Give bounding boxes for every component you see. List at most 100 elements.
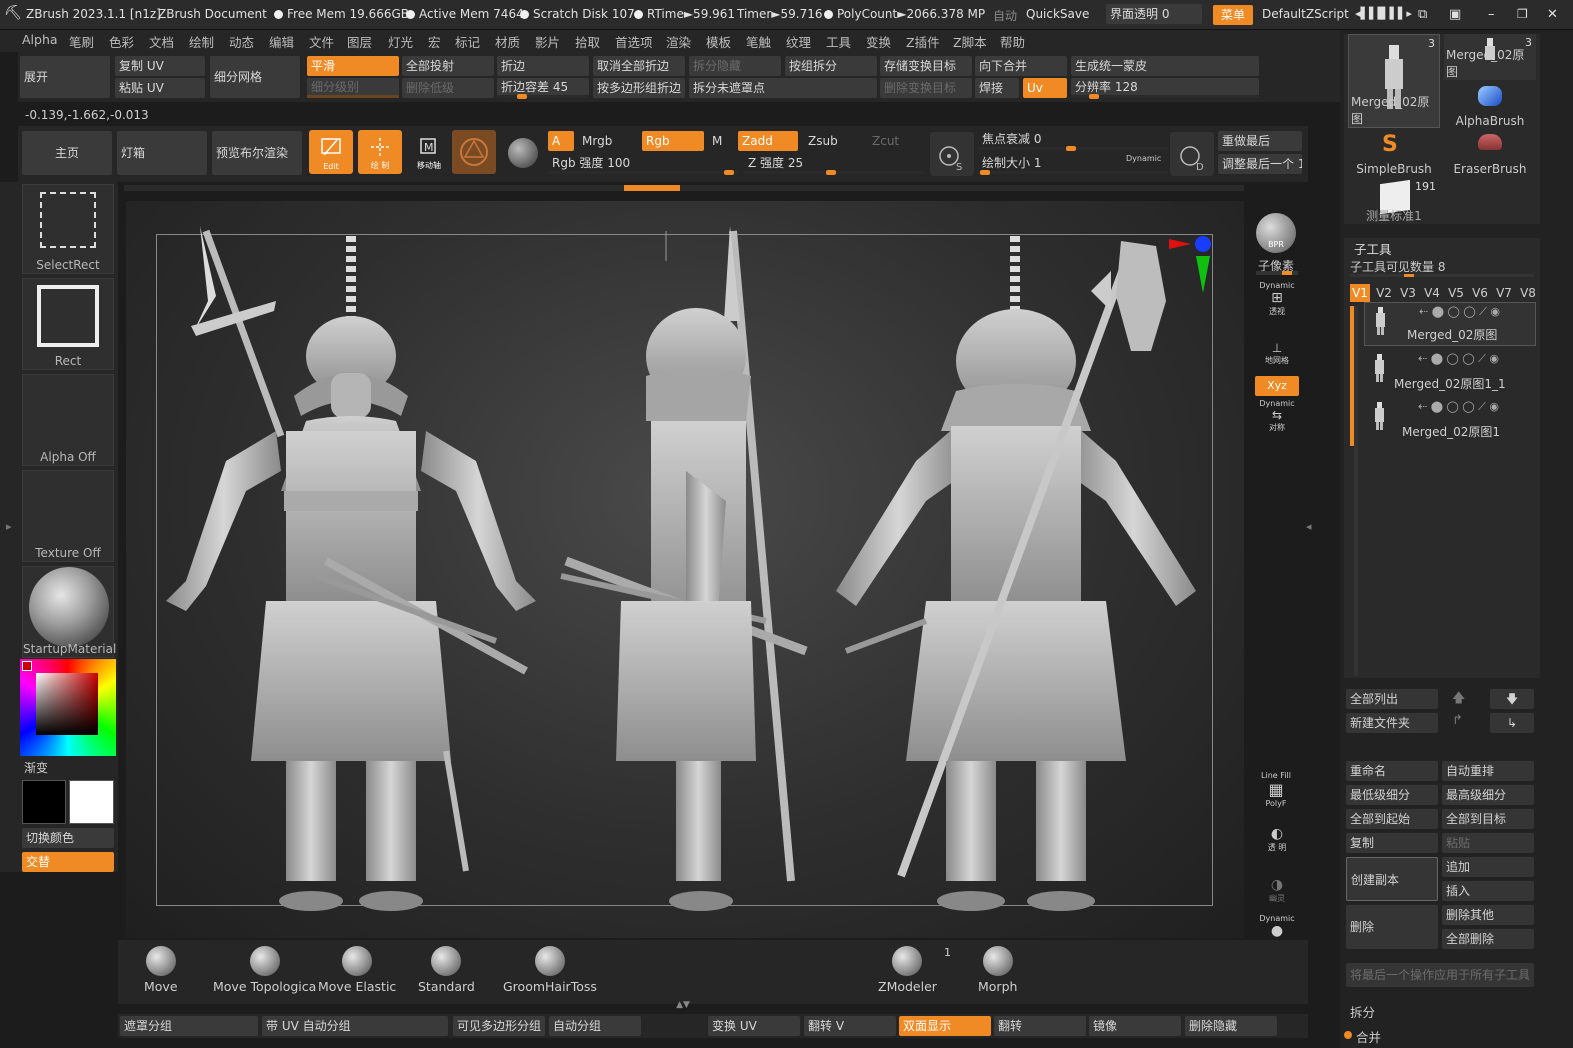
slider-knob[interactable] [517,94,527,99]
visibility-set-tab[interactable]: V8 [1518,284,1538,302]
menu-item[interactable]: Alpha [22,32,58,47]
brush-slot[interactable]: ZModeler 1 [878,946,951,994]
resolution-slider[interactable]: 分辨率 128 [1071,78,1259,99]
menu-item[interactable]: Z脚本 [953,32,987,51]
switch-color-button[interactable]: 切换颜色 [22,828,114,848]
ghost-button[interactable]: ◑ 幽灵 [1256,877,1298,904]
brush-slot[interactable]: Move [144,946,178,994]
highest-subdiv-button[interactable]: 最高级细分 [1442,785,1534,805]
folder-arrow-icon[interactable]: ↱ [1452,713,1463,728]
zsub-toggle[interactable]: Zsub [804,131,860,151]
subtool-header[interactable]: 子工具 [1354,239,1392,258]
uncrease-all-button[interactable]: 取消全部折边 [593,56,685,76]
merge-down-button[interactable]: 向下合并 [975,56,1067,76]
menu-item[interactable]: 拾取 [575,32,600,51]
m-toggle[interactable]: M [708,131,738,151]
bottom-button[interactable]: 自动分组 [549,1016,641,1036]
paste-uv-button[interactable]: 粘贴 UV [115,78,205,98]
menu-item[interactable]: 标记 [455,32,480,51]
transparency-slider[interactable]: 界面透明 0 [1106,4,1202,24]
draw-button[interactable]: 绘 制 [358,130,402,174]
bottom-button[interactable]: 删除隐藏 [1185,1016,1277,1036]
weld-button[interactable]: 焊接 [975,78,1019,98]
edit-button[interactable]: Edit [309,130,353,174]
camera-icon[interactable]: ▣ [1449,7,1461,22]
xyz-symmetry-toggle[interactable]: Xyz [1255,376,1299,396]
menu-item[interactable]: 笔触 [746,32,771,51]
viewport-scroll-strip[interactable] [124,185,1244,191]
delete-other-button[interactable]: 删除其他 [1442,905,1534,925]
merge-subpalette[interactable]: 合并 [1344,1025,1540,1048]
tool-thumb-simplebrush[interactable]: S SimpleBrush [1348,130,1440,176]
group-split-button[interactable]: 按组拆分 [785,56,877,76]
delete-lower-button[interactable]: 删除低级 [402,78,494,98]
visibility-set-tab[interactable]: V4 [1422,284,1442,302]
bottom-button[interactable]: 可见多边形分组 [453,1016,545,1036]
adjust-last-button[interactable]: 调整最后一个 1 [1218,154,1302,174]
visibility-set-tab[interactable]: V6 [1470,284,1490,302]
primary-color-swatch[interactable] [22,780,66,824]
focal-shift-slider[interactable]: 焦点衰减 0 [978,130,1168,151]
zcut-toggle[interactable]: Zcut [868,131,908,151]
left-tray-arrow-icon[interactable]: ▸ [6,520,14,560]
menu-item[interactable]: 编辑 [269,32,294,51]
subtool-visibility-icons[interactable]: ⇠ ⬤ ◯ ◯ ⟋ ◉ [1419,305,1500,319]
bottom-button[interactable]: 镜像 [1089,1016,1181,1036]
list-all-button[interactable]: 全部列出 [1346,689,1438,709]
project-all-button[interactable]: 全部投射 [402,56,494,76]
menu-item[interactable]: 图层 [347,32,372,51]
menu-item[interactable]: 色彩 [109,32,134,51]
menu-item[interactable]: 文档 [149,32,174,51]
bpr-render-button[interactable]: BPR [1256,213,1296,253]
close-icon[interactable]: ✕ [1547,7,1558,22]
unfold-button[interactable]: 展开 [20,56,110,98]
menu-item[interactable]: 渲染 [666,32,691,51]
bottom-button[interactable]: 双面显示 [899,1016,991,1036]
paste-button[interactable]: 粘贴 [1442,833,1534,853]
menu-item[interactable]: 纹理 [786,32,811,51]
split-subpalette[interactable]: 拆分 [1350,1002,1375,1021]
brush-slot[interactable]: Move Topologica [213,946,316,994]
tool-thumb-alphabrush[interactable]: AlphaBrush [1444,82,1536,128]
menu-toggle-button[interactable]: 菜单 [1213,5,1253,25]
brush-slot[interactable]: GroomHairToss [503,946,597,994]
subtool-scroll-track[interactable] [1354,306,1358,676]
copy-uv-button[interactable]: 复制 UV [115,56,205,76]
tool-thumb-measure[interactable]: 191 测量标准1 [1348,178,1440,224]
visibility-set-tab[interactable]: V2 [1374,284,1394,302]
bottom-button[interactable]: 翻转 [994,1016,1086,1036]
transparency-button[interactable]: ◐ 透 明 [1256,826,1298,853]
slider-knob[interactable] [724,170,734,175]
delete-morph-button[interactable]: 删除变换目标 [880,78,972,98]
lightbox-button[interactable]: 灯箱 [117,131,207,175]
tool-thumb-merged-1[interactable]: 3 Merged_02原图 [1348,34,1440,128]
menu-item[interactable]: 宏 [428,32,441,51]
perspective-button[interactable]: Dynamic ⊞ 透视 [1256,281,1298,317]
quicksave-button[interactable]: QuickSave [1026,7,1089,21]
menu-item[interactable]: 模板 [706,32,731,51]
mrgb-toggle[interactable]: Mrgb [578,131,636,151]
delete-all-button[interactable]: 全部删除 [1442,929,1534,949]
menu-item[interactable]: 动态 [229,32,254,51]
alpha-tile[interactable]: Alpha Off [22,374,114,466]
move-down-button[interactable]: 🡇 [1490,689,1534,709]
move-gizmo-button[interactable]: M 移动轴 [407,130,451,174]
rgb-toggle[interactable]: Rgb [642,131,704,151]
menu-item[interactable]: 文件 [309,32,334,51]
subtool-item[interactable]: ⇠ ⬤ ◯ ◯ ⟋ ◉ Merged_02原图1_1 [1364,350,1536,394]
tool-thumb-eraserbrush[interactable]: EraserBrush [1444,130,1536,176]
folder-down-button[interactable]: ↳ [1490,713,1534,733]
brush-slot[interactable]: Move Elastic [318,946,396,994]
subtool-item[interactable]: ⇠ ⬤ ◯ ◯ ⟋ ◉ Merged_02原图 [1364,302,1536,346]
unified-skin-button[interactable]: 生成统一蒙皮 [1071,56,1259,76]
bpr-preview-button[interactable]: 预览布尔渲染 [212,131,302,175]
saturation-square[interactable] [36,673,98,735]
floor-button[interactable]: ⊥ 地网格 [1256,341,1298,366]
insert-button[interactable]: 插入 [1442,881,1534,901]
subtool-visible-count[interactable]: 子工具可见数量 8 [1350,258,1445,275]
bottom-button[interactable]: 带 UV 自动分组 [262,1016,448,1036]
menu-item[interactable]: 工具 [826,32,851,51]
bottom-button[interactable]: 翻转 V [804,1016,896,1036]
slider-knob[interactable] [1282,271,1292,275]
crease-tolerance-slider[interactable]: 折边容差 45 [497,78,589,99]
